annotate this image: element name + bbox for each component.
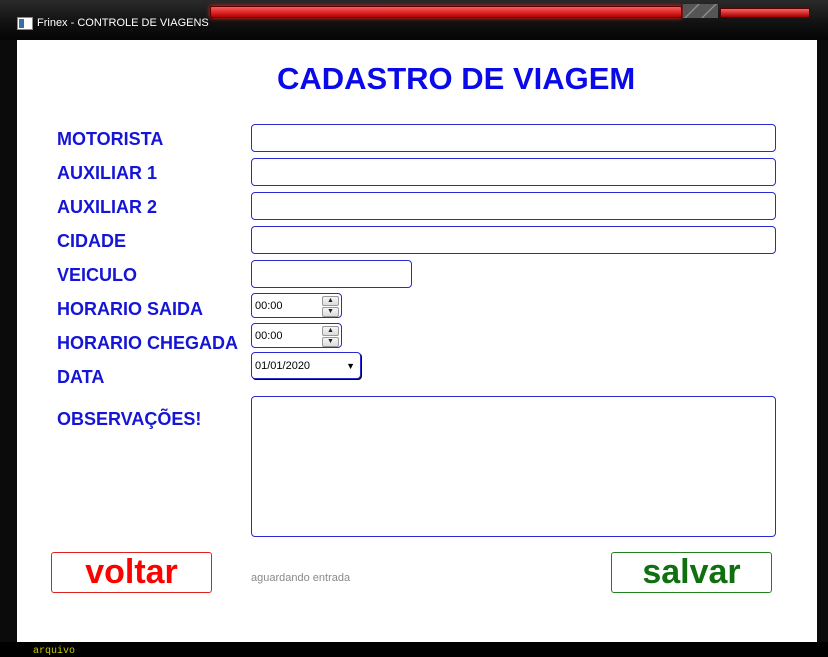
veiculo-label: VEICULO — [57, 265, 138, 285]
horario-chegada-spinner[interactable]: 00:00 ▲ ▼ — [251, 323, 342, 348]
horario-saida-value: 00:00 — [255, 300, 283, 312]
data-value: 01/01/2020 — [255, 360, 311, 372]
title-bar-decoration — [720, 8, 810, 18]
spin-down-icon[interactable]: ▼ — [322, 337, 339, 347]
spin-up-icon[interactable]: ▲ — [322, 296, 339, 306]
spinner-arrows: ▲ ▼ — [322, 296, 339, 317]
chevron-down-icon[interactable]: ▼ — [346, 361, 355, 371]
auxiliar1-label: AUXILIAR 1 — [57, 163, 158, 183]
data-label: DATA — [57, 367, 105, 387]
auxiliar1-field[interactable] — [251, 158, 776, 186]
page-title: CADASTRO DE VIAGEM — [277, 61, 636, 96]
auxiliar2-label: AUXILIAR 2 — [57, 197, 158, 217]
observacoes-field[interactable] — [251, 396, 776, 537]
bottom-strip — [0, 642, 828, 657]
status-text: aguardando entrada — [251, 572, 351, 584]
title-bar-decoration — [683, 4, 701, 18]
voltar-button[interactable]: voltar — [51, 552, 212, 593]
title-bar-decoration — [210, 6, 682, 18]
data-picker[interactable]: 01/01/2020 ▼ — [251, 352, 361, 379]
horario-saida-spinner[interactable]: 00:00 ▲ ▼ — [251, 293, 342, 318]
app-icon — [17, 17, 33, 30]
veiculo-field[interactable] — [251, 260, 412, 288]
title-bar: Frinex - CONTROLE DE VIAGENS — [0, 0, 828, 40]
window-title: Frinex - CONTROLE DE VIAGENS — [37, 17, 209, 29]
motorista-field[interactable] — [251, 124, 776, 152]
spinner-arrows: ▲ ▼ — [322, 326, 339, 347]
motorista-label: MOTORISTA — [57, 129, 164, 149]
spin-up-icon[interactable]: ▲ — [322, 326, 339, 336]
cidade-label: CIDADE — [57, 231, 127, 251]
salvar-button[interactable]: salvar — [611, 552, 772, 593]
spin-down-icon[interactable]: ▼ — [322, 307, 339, 317]
background-text: arquivo — [33, 646, 76, 657]
title-bar-decoration — [700, 4, 718, 18]
horario-chegada-label: HORARIO CHEGADA — [57, 333, 239, 353]
observacoes-label: OBSERVAÇÕES! — [57, 409, 202, 429]
auxiliar2-field[interactable] — [251, 192, 776, 220]
horario-saida-label: HORARIO SAIDA — [57, 299, 204, 319]
horario-chegada-value: 00:00 — [255, 330, 283, 342]
cidade-field[interactable] — [251, 226, 776, 254]
